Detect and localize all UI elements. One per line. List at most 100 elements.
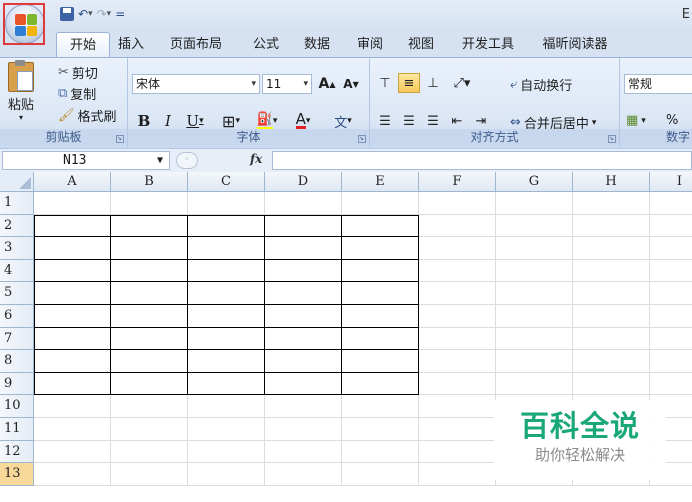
cell-g9[interactable] (496, 372, 573, 396)
align-center-icon[interactable]: ☰ (398, 111, 420, 131)
row-header-3[interactable]: 3 (0, 237, 34, 260)
alignment-launcher-icon[interactable]: ↘ (608, 135, 616, 143)
insert-function-button[interactable]: fx (250, 152, 262, 166)
cell-a13[interactable] (34, 463, 111, 486)
cell-c11[interactable] (188, 418, 265, 441)
decrease-indent-icon[interactable]: ⇤ (446, 111, 468, 131)
cell-e2[interactable] (341, 214, 419, 238)
cell-h4[interactable] (573, 259, 650, 283)
cell-g4[interactable] (496, 259, 573, 283)
chevron-down-icon[interactable]: ▼ (157, 152, 163, 169)
tab-review[interactable]: 审阅 (350, 32, 390, 57)
align-right-icon[interactable]: ☰ (422, 111, 444, 131)
cell-e8[interactable] (341, 349, 419, 373)
cell-b13[interactable] (111, 463, 188, 486)
cell-f2[interactable] (419, 214, 496, 238)
cell-a11[interactable] (34, 418, 111, 441)
cell-b6[interactable] (110, 304, 188, 328)
cell-a3[interactable] (34, 236, 111, 260)
cell-d12[interactable] (265, 440, 342, 464)
clipboard-launcher-icon[interactable]: ↘ (116, 135, 124, 143)
column-header-b[interactable]: B (111, 172, 188, 192)
row-header-13[interactable]: 13 (0, 463, 34, 486)
cell-h3[interactable] (573, 237, 650, 260)
cell-f9[interactable] (419, 372, 496, 396)
align-top-icon[interactable]: ⊤ (374, 73, 396, 93)
cell-c6[interactable] (187, 304, 265, 328)
cell-h8[interactable] (573, 350, 650, 373)
number-format-select[interactable]: 常规 (624, 74, 692, 94)
cell-c1[interactable] (188, 192, 265, 215)
cell-d8[interactable] (264, 349, 342, 373)
cell-b11[interactable] (111, 418, 188, 441)
format-painter-button[interactable]: 🖌 格式刷 (58, 106, 117, 125)
cell-e9[interactable] (341, 371, 419, 396)
cell-b12[interactable] (111, 440, 188, 464)
cell-a2[interactable] (34, 214, 111, 238)
cell-c12[interactable] (188, 440, 265, 464)
cell-i7[interactable] (650, 328, 692, 351)
cell-c5[interactable] (187, 281, 265, 305)
tab-page-layout[interactable]: 页面布局 (160, 32, 232, 57)
cell-d4[interactable] (264, 258, 342, 283)
cell-a6[interactable] (34, 304, 111, 328)
cell-c4[interactable] (187, 258, 265, 283)
expand-handle-icon[interactable]: ◦ (176, 152, 198, 169)
cell-b1[interactable] (111, 192, 188, 215)
tab-developer[interactable]: 开发工具 (452, 32, 524, 57)
row-header-11[interactable]: 11 (0, 418, 34, 441)
cell-i4[interactable] (650, 260, 692, 283)
cell-i3[interactable] (650, 237, 692, 260)
font-size-select[interactable]: 11 ▾ (262, 74, 312, 94)
cell-d13[interactable] (265, 463, 342, 486)
cell-h5[interactable] (573, 282, 650, 305)
cell-b5[interactable] (110, 281, 188, 305)
cell-i2[interactable] (650, 215, 692, 238)
cell-c13[interactable] (188, 463, 265, 486)
cell-b10[interactable] (111, 395, 188, 418)
row-header-1[interactable]: 1 (0, 192, 34, 215)
copy-button[interactable]: ⧉ 复制 (58, 84, 96, 103)
cell-c9[interactable] (187, 371, 265, 396)
tab-view[interactable]: 视图 (400, 32, 442, 57)
row-header-12[interactable]: 12 (0, 440, 34, 464)
cell-f8[interactable] (419, 350, 496, 373)
cell-e10[interactable] (342, 395, 419, 418)
tab-formulas[interactable]: 公式 (246, 32, 286, 57)
cell-g3[interactable] (496, 237, 573, 260)
cell-g8[interactable] (496, 350, 573, 373)
cell-g2[interactable] (496, 214, 573, 238)
cell-h9[interactable] (573, 372, 650, 396)
cell-a10[interactable] (34, 395, 111, 418)
cell-e11[interactable] (342, 418, 419, 441)
cell-b3[interactable] (110, 236, 188, 260)
column-header-i[interactable]: I (650, 172, 692, 192)
cell-b9[interactable] (110, 371, 188, 396)
cell-b4[interactable] (110, 258, 188, 283)
undo-dropdown-icon[interactable]: ▾ (88, 9, 93, 19)
cell-e7[interactable] (341, 326, 419, 351)
increase-indent-icon[interactable]: ⇥ (470, 111, 492, 131)
row-header-9[interactable]: 9 (0, 372, 34, 396)
cell-h6[interactable] (573, 305, 650, 328)
redo-button[interactable]: ↷ ▾ (97, 6, 112, 22)
cell-h7[interactable] (573, 327, 650, 351)
cell-e4[interactable] (341, 258, 419, 283)
redo-dropdown-icon[interactable]: ▾ (107, 9, 112, 19)
font-name-select[interactable]: 宋体 ▾ (132, 74, 260, 94)
column-header-a[interactable]: A (34, 172, 111, 192)
cell-f3[interactable] (419, 237, 496, 260)
row-header-7[interactable]: 7 (0, 327, 34, 351)
row-header-6[interactable]: 6 (0, 305, 34, 328)
cell-f12[interactable] (419, 440, 496, 464)
cell-h1[interactable] (573, 192, 650, 215)
cell-f10[interactable] (419, 395, 496, 418)
cell-d7[interactable] (264, 326, 342, 351)
cell-a7[interactable] (34, 326, 111, 351)
customize-qat-button[interactable]: = (115, 6, 125, 22)
column-header-g[interactable]: G (496, 172, 573, 192)
cell-g5[interactable] (496, 282, 573, 305)
column-header-h[interactable]: H (573, 172, 650, 192)
cell-f7[interactable] (419, 327, 496, 351)
undo-button[interactable]: ↶ ▾ (78, 6, 93, 22)
